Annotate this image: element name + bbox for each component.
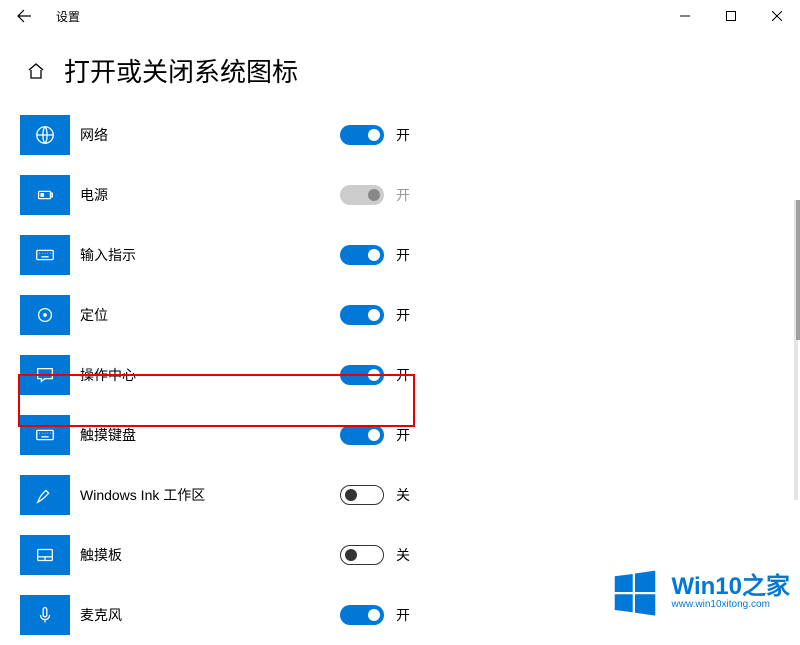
toggle-action-center[interactable]	[340, 365, 384, 385]
minimize-icon	[680, 11, 690, 21]
watermark-url: www.win10xitong.com	[672, 599, 790, 610]
microphone-icon	[20, 595, 70, 635]
back-arrow-icon	[16, 8, 32, 24]
toggle-state-power: 开	[396, 185, 410, 205]
home-button[interactable]	[24, 59, 48, 83]
item-label: 触摸板	[80, 545, 122, 565]
touchpad-icon	[20, 535, 70, 575]
app-title: 设置	[56, 8, 80, 25]
system-icons-list: 网络 开 电源 开 输入指示 开 定位 开 操作中心	[0, 105, 800, 645]
location-icon	[20, 295, 70, 335]
toggle-power	[340, 185, 384, 205]
item-network: 网络 开	[20, 105, 800, 165]
item-label: Windows Ink 工作区	[80, 485, 205, 505]
toggle-windows-ink[interactable]	[340, 485, 384, 505]
toggle-touch-keyboard[interactable]	[340, 425, 384, 445]
network-icon	[20, 115, 70, 155]
maximize-button[interactable]	[708, 0, 754, 32]
toggle-state-input: 开	[396, 245, 410, 265]
action-center-icon	[20, 355, 70, 395]
minimize-button[interactable]	[662, 0, 708, 32]
item-action-center: 操作中心 开	[20, 345, 800, 405]
keyboard-icon	[20, 235, 70, 275]
item-location: 定位 开	[20, 285, 800, 345]
item-label: 麦克风	[80, 605, 122, 625]
item-label: 定位	[80, 305, 108, 325]
watermark: Win10之家 www.win10xitong.com	[608, 565, 790, 619]
item-touch-keyboard: 触摸键盘 开	[20, 405, 800, 465]
toggle-touchpad[interactable]	[340, 545, 384, 565]
item-power: 电源 开	[20, 165, 800, 225]
item-label: 输入指示	[80, 245, 136, 265]
close-icon	[772, 11, 782, 21]
home-icon	[26, 61, 46, 81]
toggle-microphone[interactable]	[340, 605, 384, 625]
toggle-network[interactable]	[340, 125, 384, 145]
watermark-title: Win10之家	[672, 575, 790, 599]
power-icon	[20, 175, 70, 215]
toggle-state-location: 开	[396, 305, 410, 325]
item-label: 电源	[80, 185, 108, 205]
scrollbar-thumb[interactable]	[796, 200, 800, 340]
item-label: 操作中心	[80, 365, 136, 385]
toggle-input-indicator[interactable]	[340, 245, 384, 265]
page-header: 打开或关闭系统图标	[0, 32, 800, 105]
back-button[interactable]	[0, 0, 48, 32]
toggle-state-windows-ink: 关	[396, 485, 410, 505]
touch-keyboard-icon	[20, 415, 70, 455]
titlebar: 设置	[0, 0, 800, 32]
toggle-state-action-center: 开	[396, 365, 410, 385]
caption-buttons	[662, 0, 800, 32]
toggle-state-touchpad: 关	[396, 545, 410, 565]
item-label: 网络	[80, 125, 108, 145]
windows-logo-icon	[608, 565, 662, 619]
page-title: 打开或关闭系统图标	[64, 52, 298, 89]
toggle-location[interactable]	[340, 305, 384, 325]
item-label: 触摸键盘	[80, 425, 136, 445]
close-button[interactable]	[754, 0, 800, 32]
toggle-state-touch-keyboard: 开	[396, 425, 410, 445]
item-input-indicator: 输入指示 开	[20, 225, 800, 285]
ink-icon	[20, 475, 70, 515]
maximize-icon	[726, 11, 736, 21]
item-windows-ink: Windows Ink 工作区 关	[20, 465, 800, 525]
toggle-state-microphone: 开	[396, 605, 410, 625]
toggle-state-network: 开	[396, 125, 410, 145]
